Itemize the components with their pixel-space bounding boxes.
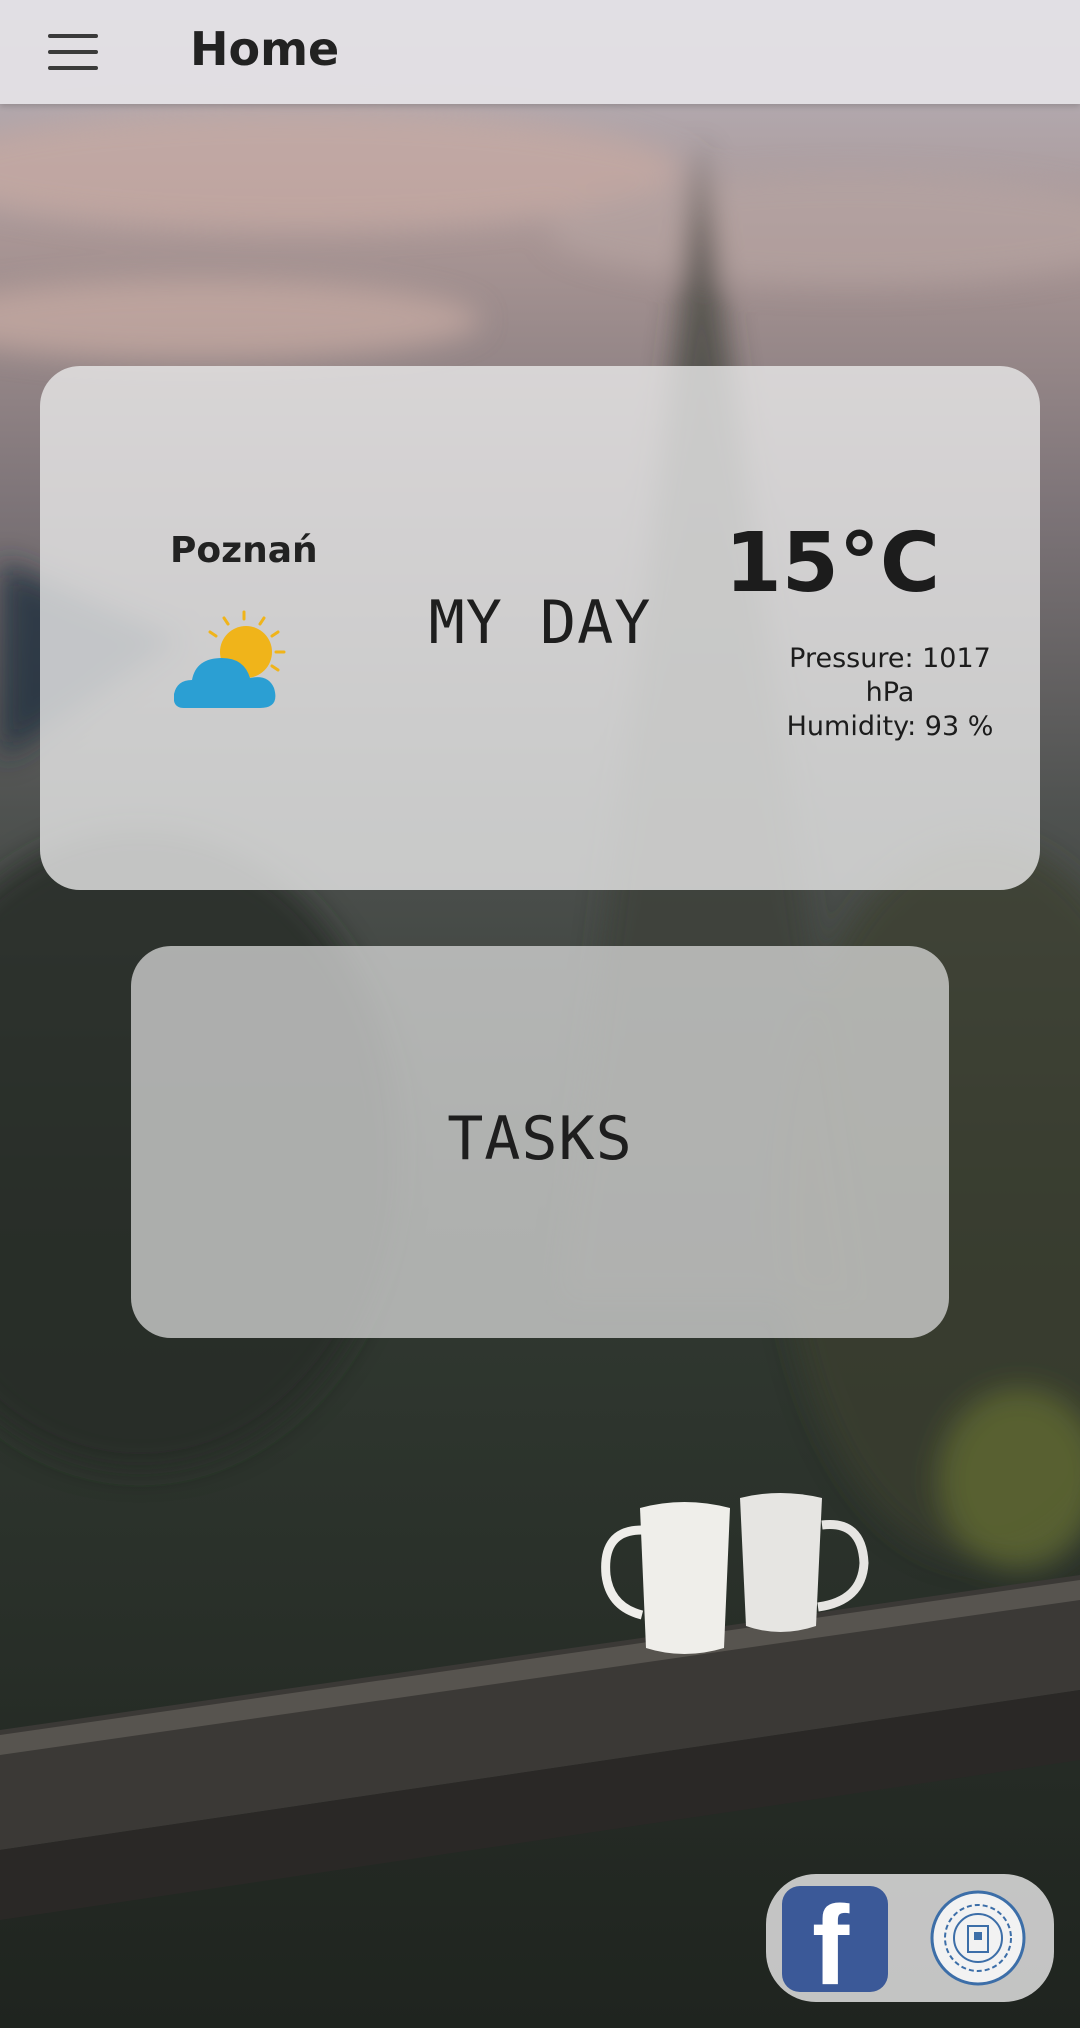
city-name: Poznań xyxy=(170,530,318,571)
page-title: Home xyxy=(190,22,340,76)
humidity-text: Humidity: 93 % xyxy=(786,711,994,742)
weather-details: Pressure: 1017 hPa Humidity: 93 % xyxy=(740,642,1040,744)
facebook-letter: f xyxy=(812,1886,850,1993)
social-links-panel: f xyxy=(766,1874,1054,2002)
facebook-icon[interactable]: f xyxy=(782,1886,888,1992)
tasks-title: TASKS xyxy=(447,1104,633,1174)
university-logo-icon[interactable] xyxy=(928,1888,1028,1988)
tasks-card[interactable]: TASKS xyxy=(131,946,949,1338)
temperature: 15°C xyxy=(724,516,940,611)
my-day-card[interactable]: Poznań MY DAY 15°C Pressure: 1017 hPa Hu… xyxy=(40,366,1040,890)
pressure-text: Pressure: 1017 hPa xyxy=(789,643,991,708)
hamburger-menu-icon[interactable] xyxy=(48,34,98,70)
app-bar: Home xyxy=(0,0,1080,104)
